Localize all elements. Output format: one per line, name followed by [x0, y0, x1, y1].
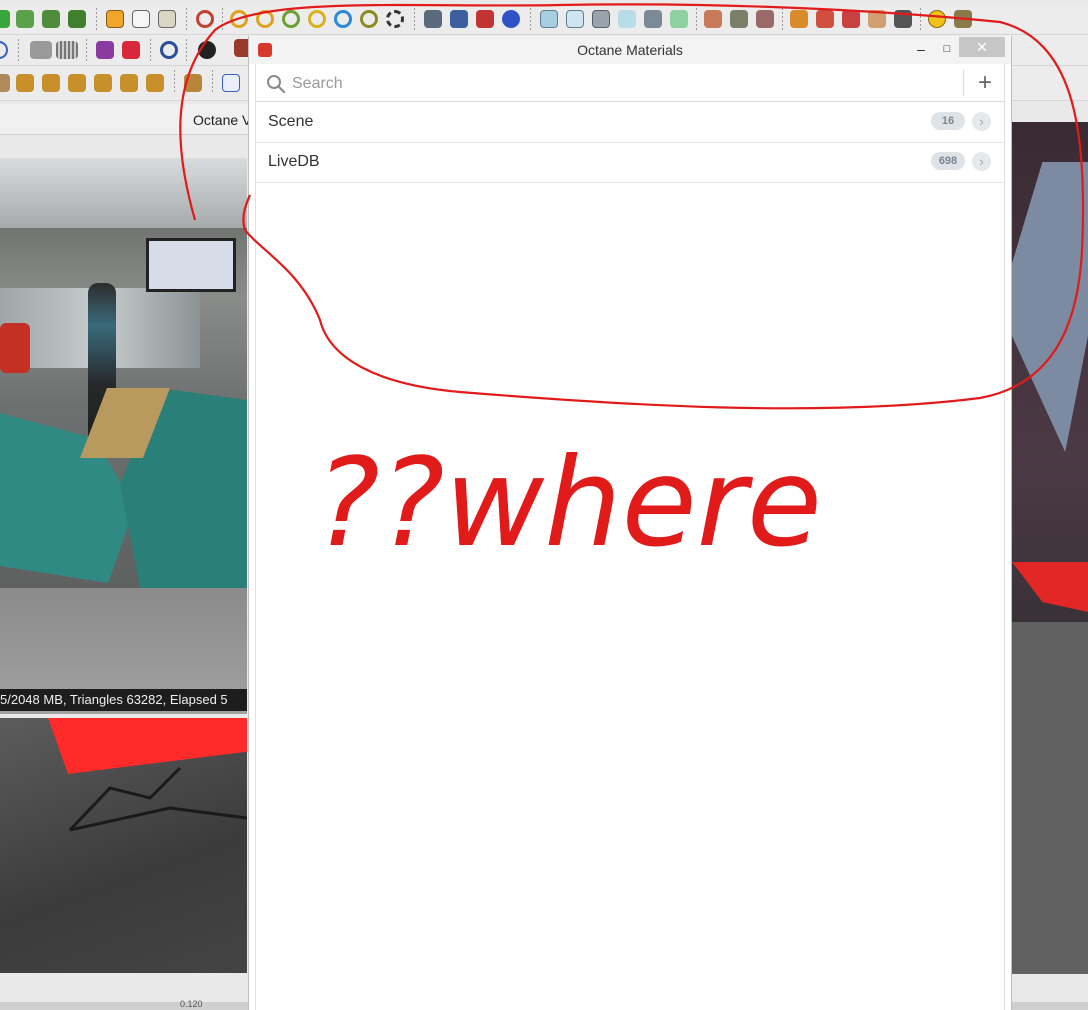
- link-icon[interactable]: [96, 41, 114, 59]
- search-icon: [267, 75, 286, 94]
- shell-icon[interactable]: [592, 10, 610, 28]
- arrow-r-icon[interactable]: [42, 74, 60, 92]
- floor-right: [1012, 622, 1088, 974]
- circle-icon[interactable]: [334, 10, 352, 28]
- ceiling-region: [0, 158, 247, 228]
- arrow-x-icon[interactable]: [120, 74, 138, 92]
- layers-red-icon[interactable]: [476, 10, 494, 28]
- rotate-icon[interactable]: [386, 10, 404, 28]
- fe-icon[interactable]: [222, 74, 240, 92]
- arrow-f-icon[interactable]: [146, 74, 164, 92]
- octane-materials-window: Octane Materials – □ ✕ + Scene 16 › Live…: [248, 36, 1012, 1010]
- text-icon[interactable]: [790, 10, 808, 28]
- chevron-right-icon[interactable]: ›: [972, 152, 991, 171]
- sphere-icon[interactable]: [502, 10, 520, 28]
- count-badge: 698: [931, 152, 965, 170]
- cube-3d-icon[interactable]: [158, 10, 176, 28]
- arrow-v-icon[interactable]: [68, 74, 86, 92]
- offset-icon[interactable]: [308, 10, 326, 28]
- search-divider: [963, 70, 964, 96]
- section-plane-icon[interactable]: [704, 10, 722, 28]
- orbit-icon[interactable]: [360, 10, 378, 28]
- close-button[interactable]: ✕: [959, 37, 1005, 57]
- move-icon[interactable]: [184, 74, 202, 92]
- layer-icon[interactable]: [0, 74, 10, 92]
- search-bar: +: [256, 64, 1004, 102]
- shrub-icon[interactable]: [68, 10, 86, 28]
- add-material-button[interactable]: +: [970, 68, 1000, 98]
- rotate-icon[interactable]: [196, 10, 214, 28]
- sketchup-model-view[interactable]: [0, 718, 247, 973]
- search-input[interactable]: [290, 70, 964, 98]
- minimize-button[interactable]: –: [911, 38, 931, 60]
- library-row-label: LiveDB: [268, 153, 320, 170]
- count-badge: 16: [931, 112, 965, 130]
- render-stats-text: 5/2048 MB, Triangles 63282, Elapsed 5: [0, 692, 228, 707]
- box-icon[interactable]: [106, 10, 124, 28]
- gear-icon[interactable]: [198, 41, 216, 59]
- wrench-icon[interactable]: [954, 10, 972, 28]
- layers-blue-icon[interactable]: [450, 10, 468, 28]
- measurement-value: 0.120: [180, 999, 203, 1009]
- window-titlebar[interactable]: Octane Materials – □ ✕: [249, 36, 1011, 64]
- solid-icon[interactable]: [540, 10, 558, 28]
- blue-panel-shape: [1012, 162, 1088, 452]
- materials-browser: + Scene 16 › LiveDB 698 ›: [255, 64, 1005, 1010]
- section-icon[interactable]: [670, 10, 688, 28]
- arrow-j-icon[interactable]: [16, 74, 34, 92]
- library-row-scene[interactable]: Scene 16 ›: [256, 102, 1004, 143]
- tree-icon[interactable]: [42, 10, 60, 28]
- tape-icon[interactable]: [644, 10, 662, 28]
- red-chair-shape-right: [1012, 562, 1088, 612]
- viewport-tabbar: Octane V: [0, 104, 251, 135]
- seated-person: [0, 323, 30, 373]
- section-plane-icon[interactable]: [868, 10, 886, 28]
- dimension-red-icon[interactable]: [756, 10, 774, 28]
- octane-viewport-tab[interactable]: Octane V: [193, 112, 251, 128]
- octane-render-view[interactable]: [0, 158, 247, 714]
- compass-icon[interactable]: [928, 10, 946, 28]
- plant-icon[interactable]: [16, 10, 34, 28]
- paint-bucket-icon[interactable]: [0, 41, 8, 59]
- right-render-view[interactable]: [1012, 122, 1088, 974]
- render-status-bar: 5/2048 MB, Triangles 63282, Elapsed 5: [0, 689, 247, 711]
- dimension-icon[interactable]: [730, 10, 748, 28]
- cube-icon[interactable]: [132, 10, 150, 28]
- display-screen: [146, 238, 236, 292]
- grid-dots-icon[interactable]: [56, 41, 78, 59]
- tools-icon[interactable]: [894, 10, 912, 28]
- chevron-right-icon[interactable]: ›: [972, 112, 991, 131]
- paint-icon[interactable]: [618, 10, 636, 28]
- window-title: Octane Materials: [577, 42, 683, 58]
- chair-legs-lines: [68, 766, 247, 832]
- grid-icon[interactable]: [30, 41, 52, 59]
- green-arrow-icon[interactable]: [0, 10, 10, 28]
- section-icon[interactable]: [842, 10, 860, 28]
- solid-outline-icon[interactable]: [566, 10, 584, 28]
- axes-icon[interactable]: [816, 10, 834, 28]
- layers-icon[interactable]: [424, 10, 442, 28]
- library-row-livedb[interactable]: LiveDB 698 ›: [256, 142, 1004, 183]
- arc-icon[interactable]: [282, 10, 300, 28]
- library-row-label: Scene: [268, 113, 314, 130]
- link-red-icon[interactable]: [122, 41, 140, 59]
- follow-me-icon[interactable]: [230, 10, 248, 28]
- toolbar-row-1: [0, 4, 1088, 35]
- push-pull-icon[interactable]: [256, 10, 274, 28]
- target-icon[interactable]: [160, 41, 178, 59]
- maximize-button[interactable]: □: [937, 38, 957, 60]
- arrow-n-icon[interactable]: [94, 74, 112, 92]
